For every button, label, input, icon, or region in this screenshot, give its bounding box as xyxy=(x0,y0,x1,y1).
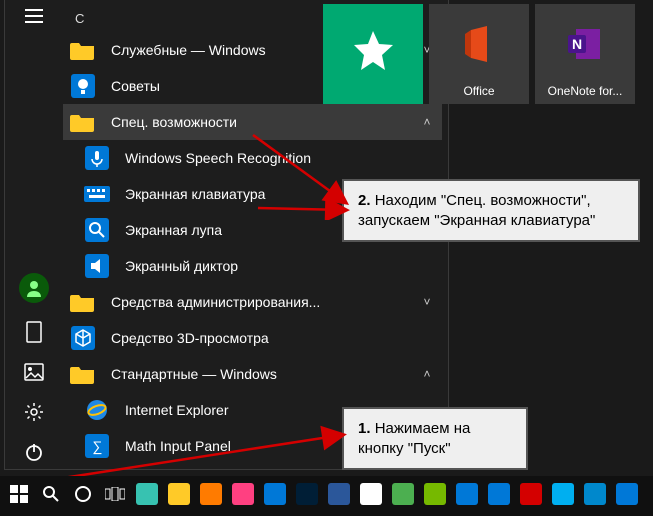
taskbar-telegram[interactable] xyxy=(580,481,610,511)
tile-caption: OneNote for... xyxy=(548,84,623,98)
calc-icon xyxy=(456,483,478,510)
edge-icon xyxy=(136,483,158,510)
pictures-icon[interactable] xyxy=(23,361,45,383)
app2-icon xyxy=(616,483,638,510)
menu-item-9[interactable]: Стандартные — Windows ˄ xyxy=(63,356,442,392)
bulb-icon xyxy=(69,72,97,100)
callout-step-2: 2. Находим "Спец. возможности", запускае… xyxy=(342,179,640,242)
photoshop-icon xyxy=(296,483,318,510)
tile-Office[interactable]: Office xyxy=(429,4,529,104)
onenote-icon: N xyxy=(566,4,604,84)
paint-icon xyxy=(232,483,254,510)
word-icon xyxy=(328,483,350,510)
cortana-icon xyxy=(74,485,92,508)
taskbar-skype[interactable] xyxy=(548,481,578,511)
taskbar-firefox[interactable] xyxy=(196,481,226,511)
power-icon[interactable] xyxy=(23,441,45,463)
taskbar-chrome[interactable] xyxy=(356,481,386,511)
tile-OneNote for...[interactable]: N OneNote for... xyxy=(535,4,635,104)
menu-item-8[interactable]: Средство 3D-просмотра xyxy=(63,320,442,356)
chevron-up-icon: ˄ xyxy=(412,367,442,381)
math-icon: ∑ xyxy=(83,432,111,460)
utorrent-icon xyxy=(424,483,446,510)
taskbar xyxy=(0,476,653,516)
explorer-icon xyxy=(168,483,190,510)
opera-icon xyxy=(520,483,542,510)
taskbar-mail[interactable] xyxy=(260,481,290,511)
taskbar-cortana[interactable] xyxy=(68,481,98,511)
menu-item-2[interactable]: Спец. возможности ˄ xyxy=(63,104,442,140)
folder-icon xyxy=(69,36,97,64)
taskbar-app1[interactable] xyxy=(388,481,418,511)
star-icon xyxy=(349,4,397,98)
documents-icon[interactable] xyxy=(23,321,45,343)
taskbar-edge[interactable] xyxy=(132,481,162,511)
taskbar-calc[interactable] xyxy=(452,481,482,511)
start-rail xyxy=(5,0,63,469)
callout-text: Нажимаем на кнопку "Пуск" xyxy=(358,420,470,457)
menu-item-label: Средства администрирования... xyxy=(111,294,398,310)
ie-icon xyxy=(83,396,111,424)
taskbar-search[interactable] xyxy=(36,481,66,511)
menu-item-3[interactable]: Windows Speech Recognition xyxy=(63,140,442,176)
callout-text: Находим "Спец. возможности", запускаем "… xyxy=(358,192,595,229)
folder-icon xyxy=(69,360,97,388)
chevron-down-icon: ˅ xyxy=(412,295,442,309)
svg-text:∑: ∑ xyxy=(92,438,102,455)
folder-icon xyxy=(69,288,97,316)
taskbar-opera[interactable] xyxy=(516,481,546,511)
menu-item-label: Windows Speech Recognition xyxy=(125,150,442,166)
folder-icon xyxy=(69,108,97,136)
telegram-icon xyxy=(584,483,606,510)
callout-number: 1. xyxy=(358,420,371,437)
taskbar-taskview[interactable] xyxy=(100,481,130,511)
menu-item-7[interactable]: Средства администрирования... ˅ xyxy=(63,284,442,320)
menu-item-label: Спец. возможности xyxy=(111,114,398,130)
taskbar-app2[interactable] xyxy=(612,481,642,511)
defender-icon xyxy=(488,483,510,510)
cube-icon xyxy=(69,324,97,352)
menu-item-label: Экранный диктор xyxy=(125,258,442,274)
tile-star[interactable] xyxy=(323,4,423,104)
magnifier-icon xyxy=(83,216,111,244)
menu-item-label: Средство 3D-просмотра xyxy=(111,330,442,346)
chevron-up-icon: ˄ xyxy=(412,115,442,129)
tile-caption: Office xyxy=(463,84,494,98)
chrome-icon xyxy=(360,483,382,510)
skype-icon xyxy=(552,483,574,510)
taskbar-paint[interactable] xyxy=(228,481,258,511)
callout-number: 2. xyxy=(358,192,371,209)
taskbar-explorer[interactable] xyxy=(164,481,194,511)
menu-item-6[interactable]: Экранный диктор xyxy=(63,248,442,284)
taskbar-photoshop[interactable] xyxy=(292,481,322,511)
start-icon xyxy=(10,485,28,508)
narrator-icon xyxy=(83,252,111,280)
mic-icon xyxy=(83,144,111,172)
keyboard-icon xyxy=(83,180,111,208)
start-tiles: Office N OneNote for... xyxy=(323,4,643,104)
taskbar-defender[interactable] xyxy=(484,481,514,511)
mail-icon xyxy=(264,483,286,510)
user-avatar[interactable] xyxy=(19,273,49,303)
menu-item-label: Стандартные — Windows xyxy=(111,366,398,382)
callout-step-1: 1. Нажимаем на кнопку "Пуск" xyxy=(342,407,528,470)
search-icon xyxy=(42,485,60,508)
taskview-icon xyxy=(105,487,125,506)
app1-icon xyxy=(392,483,414,510)
office-icon xyxy=(459,4,499,84)
taskbar-utorrent[interactable] xyxy=(420,481,450,511)
menu-icon[interactable] xyxy=(23,5,45,27)
svg-text:N: N xyxy=(572,36,582,52)
firefox-icon xyxy=(200,483,222,510)
taskbar-word[interactable] xyxy=(324,481,354,511)
settings-icon[interactable] xyxy=(23,401,45,423)
taskbar-start[interactable] xyxy=(4,481,34,511)
